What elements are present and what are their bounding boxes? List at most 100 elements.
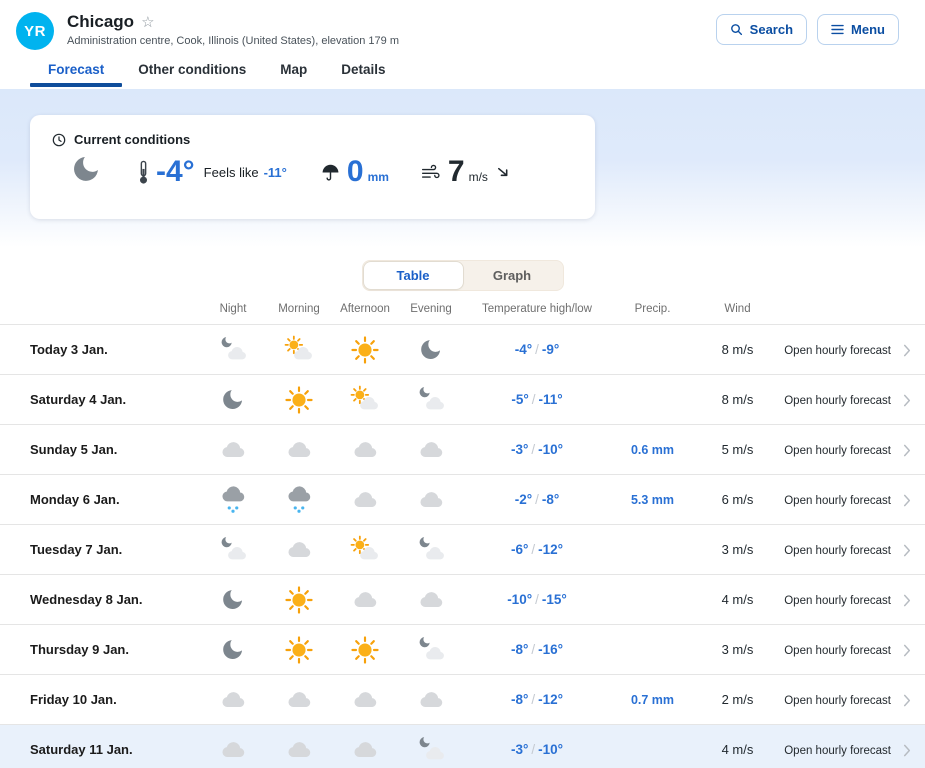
tab-details[interactable]: Details (341, 62, 385, 87)
precipitation-value: 0.6 mm (610, 425, 695, 475)
toggle-graph[interactable]: Graph (463, 262, 562, 289)
precipitation-value (610, 625, 695, 675)
wind-icon (421, 164, 441, 181)
open-hourly-forecast-label: Open hourly forecast (784, 345, 891, 357)
column-header-afternoon: Afternoon (332, 303, 398, 325)
open-hourly-forecast-link[interactable]: Open hourly forecast (780, 425, 925, 475)
forecast-day-row[interactable]: Saturday 11 Jan. -3°/-10° 4 m/s Open hou… (0, 725, 925, 768)
morning-weather-icon (284, 391, 314, 408)
morning-weather-icon (284, 691, 314, 708)
evening-weather-icon (416, 391, 446, 408)
wind-value: 3 m/s (695, 625, 780, 675)
forecast-day-row[interactable]: Tuesday 7 Jan. -6°/-12° 3 m/s Open hourl… (0, 525, 925, 575)
forecast-day-row[interactable]: Saturday 4 Jan. -5°/-11° 8 m/s Open hour… (0, 375, 925, 425)
wind-value: 6 m/s (695, 475, 780, 525)
page-title: Chicago (67, 12, 134, 32)
current-wind-speed: 7 (448, 157, 465, 187)
night-weather-icon (218, 491, 248, 508)
evening-weather-icon (418, 341, 443, 358)
open-hourly-forecast-label: Open hourly forecast (784, 445, 891, 457)
current-conditions-band: Current conditions -4° Feels like -11° (0, 89, 925, 247)
temperature-high-low: -4°/-9° (464, 325, 610, 375)
view-toggle: Table Graph (0, 260, 925, 291)
evening-weather-icon (416, 541, 446, 558)
temperature-high-low: -2°/-8° (464, 475, 610, 525)
feels-like-label: Feels like (204, 165, 259, 180)
open-hourly-forecast-link[interactable]: Open hourly forecast (780, 625, 925, 675)
open-hourly-forecast-link[interactable]: Open hourly forecast (780, 575, 925, 625)
precipitation-value (610, 375, 695, 425)
day-label: Tuesday 7 Jan. (0, 525, 200, 575)
chevron-right-icon (903, 544, 911, 557)
afternoon-weather-icon (350, 391, 380, 408)
menu-button[interactable]: Menu (817, 14, 899, 45)
open-hourly-forecast-link[interactable]: Open hourly forecast (780, 675, 925, 725)
hamburger-menu-icon (831, 24, 844, 35)
location-subtitle: Administration centre, Cook, Illinois (U… (67, 35, 716, 47)
umbrella-icon (321, 163, 340, 182)
evening-weather-icon (416, 591, 446, 608)
yr-logo[interactable]: YR (16, 12, 54, 50)
precipitation-value: 0.7 mm (610, 675, 695, 725)
current-wind-group: 7 m/s (421, 157, 510, 187)
chevron-right-icon (903, 494, 911, 507)
forecast-day-row[interactable]: Friday 10 Jan. -8°/-12° 0.7 mm 2 m/s Ope… (0, 675, 925, 725)
open-hourly-forecast-link[interactable]: Open hourly forecast (780, 525, 925, 575)
tab-forecast[interactable]: Forecast (48, 62, 104, 87)
column-header-night: Night (200, 303, 266, 325)
precipitation-value (610, 325, 695, 375)
forecast-day-row[interactable]: Wednesday 8 Jan. -10°/-15° 4 m/s Open ho… (0, 575, 925, 625)
afternoon-weather-icon (350, 691, 380, 708)
favorite-star-icon[interactable]: ☆ (141, 15, 154, 30)
wind-value: 8 m/s (695, 375, 780, 425)
tab-map[interactable]: Map (280, 62, 307, 87)
morning-weather-icon (284, 541, 314, 558)
search-button[interactable]: Search (716, 14, 807, 45)
night-weather-icon (218, 691, 248, 708)
column-header-morning: Morning (266, 303, 332, 325)
morning-weather-icon (284, 441, 314, 458)
current-temperature-group: -4° Feels like -11° (138, 157, 287, 187)
open-hourly-forecast-link[interactable]: Open hourly forecast (780, 325, 925, 375)
evening-weather-icon (416, 641, 446, 658)
chevron-right-icon (903, 594, 911, 607)
open-hourly-forecast-link[interactable]: Open hourly forecast (780, 375, 925, 425)
forecast-day-row[interactable]: Monday 6 Jan. -2°/-8° 5.3 mm 6 m/s Open … (0, 475, 925, 525)
toggle-table[interactable]: Table (364, 262, 463, 289)
yr-forecast-page: YR Chicago ☆ Administration centre, Cook… (0, 0, 925, 768)
day-label: Wednesday 8 Jan. (0, 575, 200, 625)
forecast-day-row[interactable]: Today 3 Jan. -4°/-9° 8 m/s Open hourly f… (0, 325, 925, 375)
forecast-day-row[interactable]: Sunday 5 Jan. -3°/-10° 0.6 mm 5 m/s Open… (0, 425, 925, 475)
morning-weather-icon (284, 741, 314, 758)
temperature-high-low: -8°/-16° (464, 625, 610, 675)
forecast-table-header: Night Morning Afternoon Evening Temperat… (0, 303, 925, 325)
chevron-right-icon (903, 444, 911, 457)
evening-weather-icon (416, 441, 446, 458)
column-header-link (780, 303, 925, 325)
precipitation-unit: mm (368, 170, 389, 187)
morning-weather-icon (284, 591, 314, 608)
day-label: Thursday 9 Jan. (0, 625, 200, 675)
forecast-table: Night Morning Afternoon Evening Temperat… (0, 303, 925, 768)
night-weather-icon (220, 641, 245, 658)
precipitation-value (610, 575, 695, 625)
open-hourly-forecast-label: Open hourly forecast (784, 695, 891, 707)
night-weather-icon (218, 341, 248, 358)
tab-other-conditions[interactable]: Other conditions (138, 62, 246, 87)
header: YR Chicago ☆ Administration centre, Cook… (0, 0, 925, 50)
forecast-day-row[interactable]: Thursday 9 Jan. -8°/-16° 3 m/s Open hour… (0, 625, 925, 675)
clock-icon (52, 133, 66, 147)
temperature-high-low: -3°/-10° (464, 725, 610, 768)
column-header-wind: Wind (695, 303, 780, 325)
menu-button-label: Menu (851, 22, 885, 37)
afternoon-weather-icon (350, 341, 380, 358)
afternoon-weather-icon (350, 441, 380, 458)
wind-value: 4 m/s (695, 575, 780, 625)
night-weather-icon (220, 591, 245, 608)
current-temperature: -4° (156, 157, 195, 187)
open-hourly-forecast-link[interactable]: Open hourly forecast (780, 475, 925, 525)
night-weather-icon (218, 741, 248, 758)
temperature-high-low: -6°/-12° (464, 525, 610, 575)
column-header-date (0, 303, 200, 325)
open-hourly-forecast-link[interactable]: Open hourly forecast (780, 725, 925, 768)
